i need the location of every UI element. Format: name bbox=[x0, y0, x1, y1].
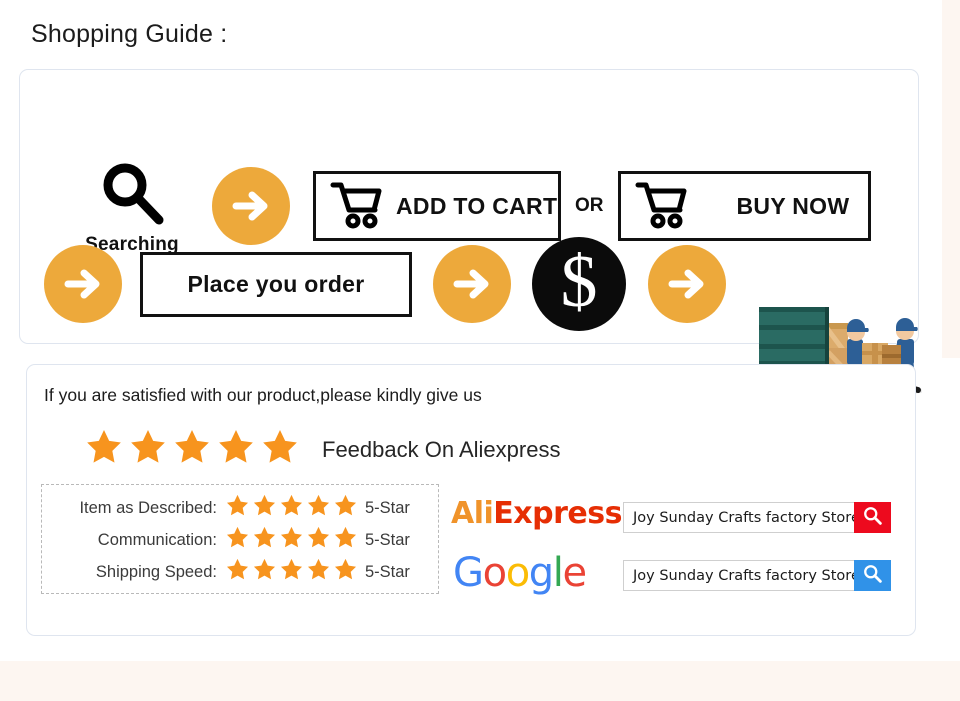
place-order-button[interactable]: Place you order bbox=[140, 251, 412, 317]
right-edge-band bbox=[942, 0, 960, 358]
or-label: OR bbox=[575, 195, 604, 216]
google-logo-e: e bbox=[562, 550, 587, 596]
star-icon bbox=[252, 557, 277, 587]
rating-label: Communication: bbox=[97, 530, 217, 549]
shopping-steps-card: Searching ADD TO CART OR BUY NOW Place y… bbox=[19, 69, 925, 394]
star-icon bbox=[252, 525, 277, 555]
star-icon bbox=[279, 525, 304, 555]
buy-now-label: BUY NOW bbox=[736, 192, 850, 219]
shopping-cart-icon bbox=[635, 179, 691, 234]
add-to-cart-label: ADD TO CART bbox=[396, 192, 558, 219]
aliexpress-logo: AliExpress bbox=[451, 496, 622, 531]
aliexpress-logo-part1: Ali bbox=[451, 496, 494, 531]
arrow-right-icon bbox=[433, 245, 511, 323]
rating-stars bbox=[225, 557, 365, 587]
google-logo: Google bbox=[453, 550, 587, 596]
dollar-sign-icon: $ bbox=[532, 237, 626, 331]
star-icon bbox=[306, 493, 331, 523]
star-icon bbox=[333, 557, 358, 587]
arrow-right-icon bbox=[648, 245, 726, 323]
place-order-label: Place you order bbox=[187, 270, 365, 297]
rating-row: Communication: 5-Star bbox=[42, 524, 438, 556]
star-icon bbox=[260, 427, 300, 472]
feedback-on-label: Feedback On Aliexpress bbox=[322, 436, 561, 462]
search-icon bbox=[862, 505, 883, 531]
star-icon bbox=[252, 493, 277, 523]
star-icon bbox=[306, 525, 331, 555]
page-title: Shopping Guide : bbox=[31, 20, 228, 48]
google-search-button[interactable] bbox=[854, 560, 891, 591]
rating-label: Item as Described: bbox=[79, 498, 217, 517]
rating-value: 5-Star bbox=[365, 498, 410, 517]
star-icon bbox=[128, 427, 168, 472]
feedback-intro-text: If you are satisfied with our product,pl… bbox=[44, 385, 482, 405]
arrow-right-icon bbox=[44, 245, 122, 323]
shopping-cart-icon bbox=[330, 179, 386, 234]
google-logo-g2: g bbox=[528, 550, 554, 596]
magnifier-icon bbox=[72, 158, 192, 230]
star-icon bbox=[225, 525, 250, 555]
steps-row-1: ADD TO CART OR BUY NOW bbox=[212, 167, 871, 245]
star-icon bbox=[216, 427, 256, 472]
star-icon bbox=[333, 525, 358, 555]
ratings-breakdown: Item as Described: 5-Star Communication: bbox=[41, 484, 439, 594]
shopping-guide-page: Shopping Guide : Searching ADD TO CART O… bbox=[0, 0, 960, 701]
aliexpress-store-search[interactable]: Joy Sunday Crafts factory Store bbox=[623, 502, 891, 533]
rating-stars bbox=[225, 525, 365, 555]
rating-row: Shipping Speed: 5-Star bbox=[42, 556, 438, 588]
feedback-card: If you are satisfied with our product,pl… bbox=[26, 364, 916, 636]
google-store-search-input[interactable]: Joy Sunday Crafts factory Store bbox=[623, 560, 860, 591]
google-logo-o1: o bbox=[482, 550, 507, 596]
star-icon bbox=[279, 493, 304, 523]
star-icon bbox=[225, 557, 250, 587]
rating-label: Shipping Speed: bbox=[95, 562, 217, 581]
add-to-cart-button[interactable]: ADD TO CART bbox=[313, 171, 561, 241]
google-logo-g1: G bbox=[453, 550, 484, 596]
star-icon bbox=[84, 427, 124, 472]
star-icon bbox=[172, 427, 212, 472]
star-icon bbox=[333, 493, 358, 523]
search-icon bbox=[862, 563, 883, 589]
google-store-search[interactable]: Joy Sunday Crafts factory Store bbox=[623, 560, 891, 591]
dollar-glyph: $ bbox=[560, 241, 598, 323]
overall-star-rating: Feedback On Aliexpress bbox=[84, 427, 560, 472]
rating-stars bbox=[225, 493, 365, 523]
star-icon bbox=[279, 557, 304, 587]
bottom-band bbox=[0, 661, 960, 701]
google-logo-o2: o bbox=[505, 550, 530, 596]
rating-value: 5-Star bbox=[365, 562, 410, 581]
star-icon bbox=[306, 557, 331, 587]
aliexpress-search-button[interactable] bbox=[854, 502, 891, 533]
aliexpress-logo-part2: Express bbox=[493, 496, 622, 531]
steps-row-2: Place you order $ bbox=[44, 237, 726, 331]
aliexpress-store-search-input[interactable]: Joy Sunday Crafts factory Store bbox=[623, 502, 860, 533]
buy-now-button[interactable]: BUY NOW bbox=[617, 171, 871, 241]
rating-value: 5-Star bbox=[365, 530, 410, 549]
star-icon bbox=[225, 493, 250, 523]
rating-row: Item as Described: 5-Star bbox=[42, 492, 438, 524]
arrow-right-icon bbox=[212, 167, 290, 245]
